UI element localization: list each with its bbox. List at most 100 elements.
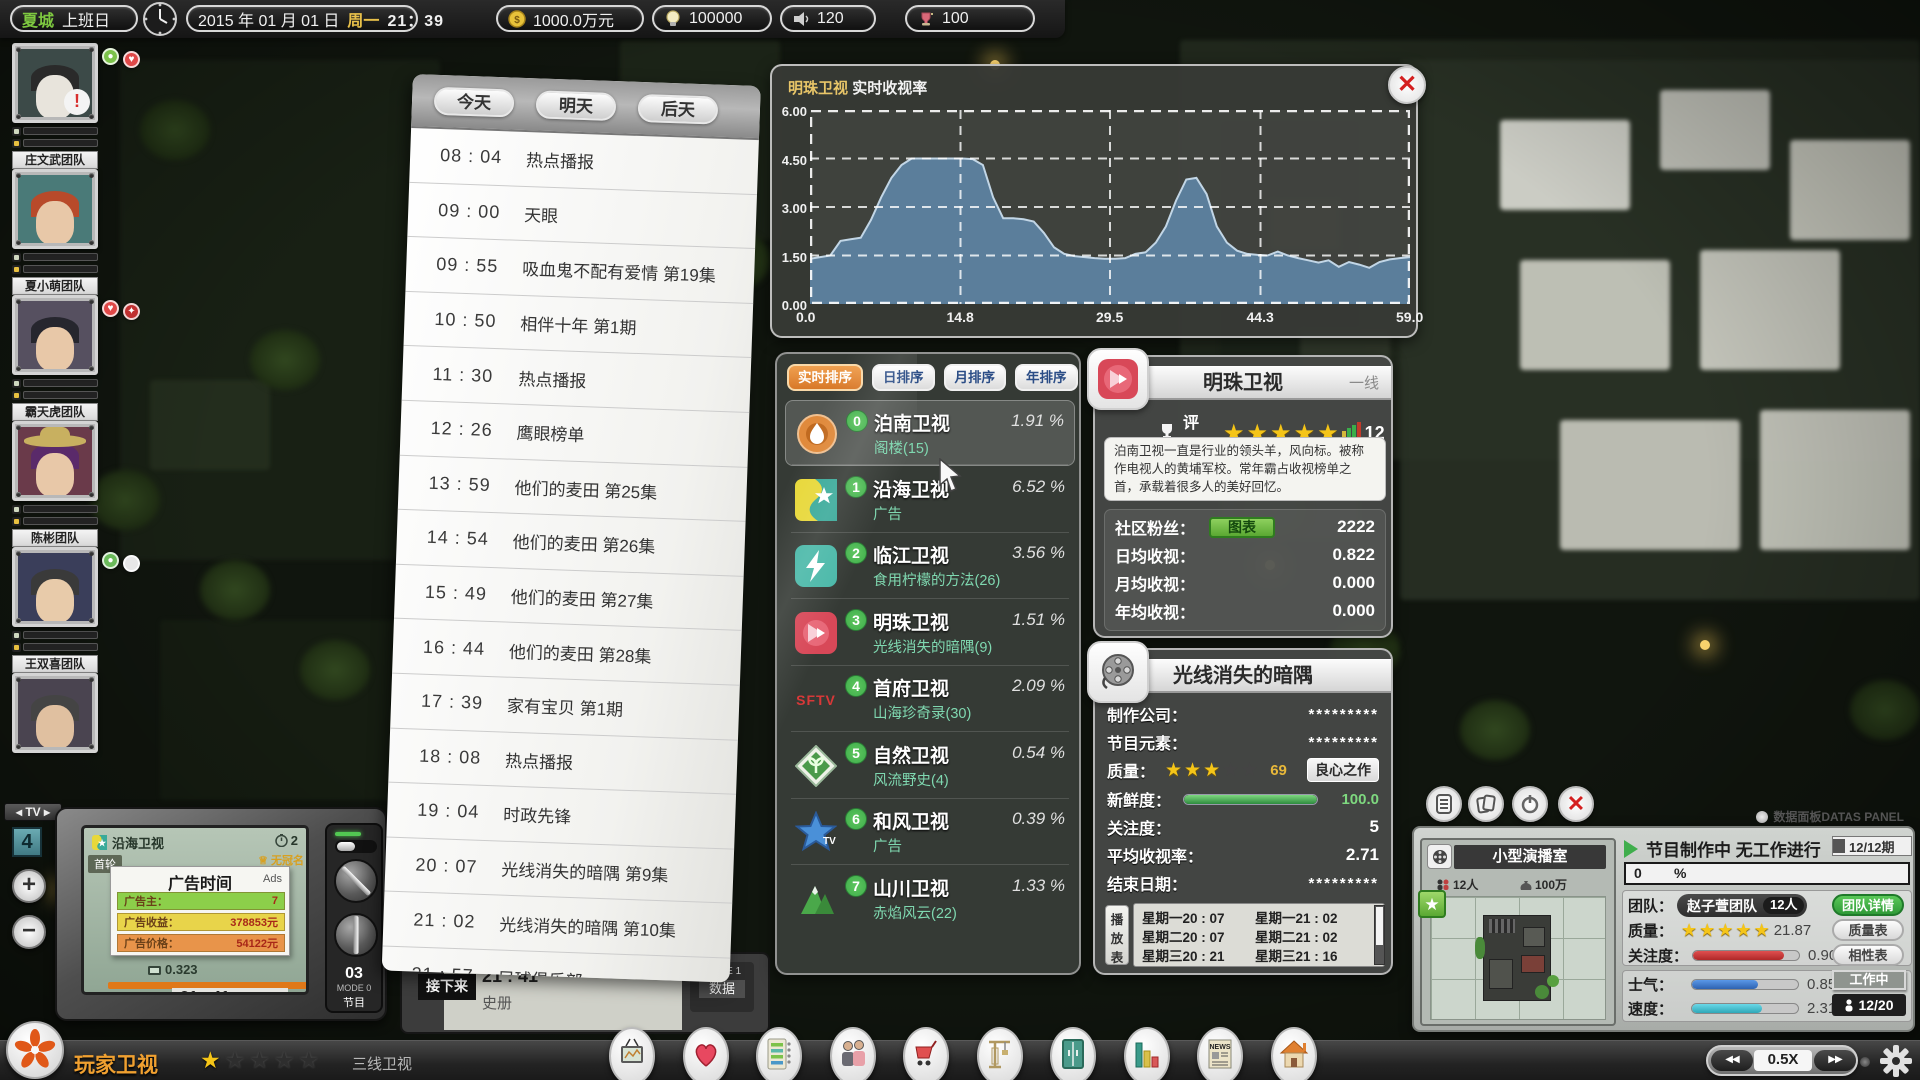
ranking-tab-3[interactable]: 年排序: [1015, 364, 1078, 391]
team-name-plate: 霸天虎团队: [12, 403, 98, 421]
research-pill: 100000: [652, 5, 772, 32]
schedule-title: 光线消失的暗隅 第9集: [501, 856, 669, 887]
morale-bar: [1691, 979, 1799, 990]
toolbar-building-button[interactable]: [1271, 1027, 1317, 1080]
tv-knob-channel[interactable]: [334, 913, 378, 957]
quality-table-button[interactable]: 质量表: [1832, 919, 1904, 941]
close-icon[interactable]: ✕: [1388, 66, 1426, 104]
ranking-row[interactable]: SFTV 4 首府卫视 2.09 % 山海珍奇录(30): [785, 666, 1075, 732]
station-icon-startv: TV: [795, 811, 837, 853]
schedule-time: 09 : 00: [438, 200, 525, 224]
bottom-toolbar: 玩家卫视 ★★★★★ 三线卫视 NEWS ◀◀ 0.5X ▶▶: [0, 1040, 1920, 1080]
toolbar-stats-button[interactable]: [1124, 1027, 1170, 1080]
player-station-tier: 三线卫视: [352, 1053, 412, 1074]
team-card[interactable]: 夏小萌团队♥✦: [12, 169, 98, 295]
toolbar-equipment-button[interactable]: [1050, 1027, 1096, 1080]
toolbar-heart-button[interactable]: [683, 1027, 729, 1080]
toolbar-shop-cart-button[interactable]: [903, 1027, 949, 1080]
x-tick: 0.0: [796, 309, 815, 325]
room-map[interactable]: [1430, 896, 1606, 1020]
channel-up-button[interactable]: +: [12, 869, 46, 903]
power-icon[interactable]: [1512, 786, 1548, 822]
settings-gear-icon[interactable]: [1878, 1043, 1914, 1079]
player-station-logo[interactable]: [6, 1021, 64, 1079]
mood-bar-icon: [12, 643, 21, 652]
chart-button[interactable]: 图表: [1209, 517, 1275, 538]
ranking-row[interactable]: 0 泊南卫视 1.91 % 阁楼(15): [785, 400, 1075, 466]
tv-timer: 2: [275, 833, 298, 848]
team-name-plate: 夏小萌团队: [12, 277, 98, 295]
ad-row: 广告价格：54122元: [117, 934, 285, 952]
ranking-row[interactable]: TV 6 和风卫视 0.39 % 广告: [785, 799, 1075, 865]
schedule-tab-2[interactable]: 后天: [637, 94, 718, 125]
station-rating: 1.91 %: [1011, 411, 1064, 431]
bulb-icon: [664, 10, 682, 28]
studio-quality-label: 质量：: [1628, 920, 1673, 941]
mouse-cursor: [938, 458, 968, 499]
team-status-bars: [12, 630, 98, 652]
station-icon-mountain: [795, 878, 837, 920]
ad-row: 广告收益：378853元: [117, 913, 285, 931]
station-stat-row: 日均收视： 0.822: [1115, 544, 1375, 566]
y-tick: 3.00: [773, 201, 807, 216]
toolbar-construction-button[interactable]: [977, 1027, 1023, 1080]
station-name: 山川卫视: [873, 874, 949, 901]
ranking-row[interactable]: 5 自然卫视 0.54 % 风流野史(4): [785, 733, 1075, 799]
schedule-title: 热点播报: [526, 146, 595, 173]
ranking-row[interactable]: 3 明珠卫视 1.51 % 光线消失的暗隅(9): [785, 600, 1075, 666]
schedule-tab-0[interactable]: 今天: [434, 87, 515, 118]
svg-text:SFTV: SFTV: [796, 692, 836, 708]
close-panel-icon[interactable]: ✕: [1558, 786, 1594, 822]
list-tab-icon[interactable]: [1426, 786, 1462, 822]
affinity-table-button[interactable]: 相性表: [1832, 944, 1904, 966]
tv-channel-number[interactable]: 4: [12, 827, 42, 857]
playlist-table: 星期一20 : 07星期一21 : 02星期二20 : 07星期二21 : 02…: [1133, 903, 1385, 967]
morale-label: 士气：: [1628, 974, 1673, 995]
ranking-tab-2[interactable]: 月排序: [944, 364, 1007, 391]
ranking-row[interactable]: 1 沿海卫视 6.52 % 广告: [785, 467, 1075, 533]
tv-toggle[interactable]: [335, 840, 377, 853]
team-name-pill[interactable]: 赵子萱团队12人: [1677, 894, 1807, 917]
weekday-text: 周一: [347, 7, 379, 31]
team-card[interactable]: [12, 673, 98, 753]
station-stats: 社区粉丝： 图表 2222 日均收视： 0.822 月均收视： 0.000 年均…: [1104, 509, 1386, 631]
team-card[interactable]: 王双喜团队: [12, 547, 98, 673]
now-playing: 风流野史(4): [873, 769, 949, 790]
mood-bar-icon: [12, 517, 21, 526]
ranking-tab-1[interactable]: 日排序: [872, 364, 935, 391]
station-icon-sftv: SFTV: [795, 678, 837, 720]
team-detail-button[interactable]: 团队详情: [1832, 894, 1904, 916]
team-card[interactable]: ! 庄文武团队●♥☺: [12, 43, 98, 169]
station-rating: 0.54 %: [1012, 743, 1065, 763]
speed-up-button[interactable]: ▶▶: [1814, 1050, 1856, 1071]
speed-down-button[interactable]: ◀◀: [1711, 1050, 1753, 1071]
toolbar-program-list-button[interactable]: [756, 1027, 802, 1080]
quality-badge[interactable]: 良心之作: [1307, 758, 1379, 782]
ranking-row[interactable]: 7 山川卫视 1.33 % 赤焰风云(22): [785, 866, 1075, 932]
station-rating: 1.51 %: [1012, 610, 1065, 630]
ranking-row[interactable]: 2 临江卫视 3.56 % 食用柠檬的方法(26): [785, 533, 1075, 599]
schedule-title: 相伴十年 第1期: [520, 310, 637, 339]
studio-room-card[interactable]: 小型演播室 12人 100万 ★: [1420, 838, 1616, 1026]
team-card[interactable]: 陈彬团队: [12, 421, 98, 547]
channel-down-button[interactable]: −: [12, 915, 46, 949]
team-card[interactable]: 霸天虎团队●●: [12, 295, 98, 421]
program-list-icon: [766, 1038, 792, 1075]
schedule-title: 热点播报: [518, 365, 587, 392]
chart-title: 明珠卫视 实时收视率: [788, 77, 927, 98]
tv-knob-volume[interactable]: [334, 859, 378, 903]
schedule-time: 18 : 08: [419, 745, 506, 769]
playlist-scrollbar[interactable]: [1374, 905, 1385, 965]
ranking-tab-0[interactable]: 实时排序: [787, 364, 863, 391]
rank-number: 1: [845, 476, 867, 498]
cards-tab-icon[interactable]: [1468, 786, 1504, 822]
toolbar-staff-button[interactable]: [830, 1027, 876, 1080]
toolbar-news-button[interactable]: NEWS: [1197, 1027, 1243, 1080]
film-reel-icon: [1087, 641, 1149, 703]
player-station-stars: ★★★★★: [200, 1047, 323, 1074]
now-playing: 食用柠檬的方法(26): [873, 569, 1000, 590]
schedule-tab-1[interactable]: 明天: [536, 90, 617, 121]
toolbar-tv-button[interactable]: [609, 1027, 655, 1080]
production-progress-bar: 0 %: [1624, 862, 1910, 885]
skill-bar-icon: [12, 127, 21, 136]
